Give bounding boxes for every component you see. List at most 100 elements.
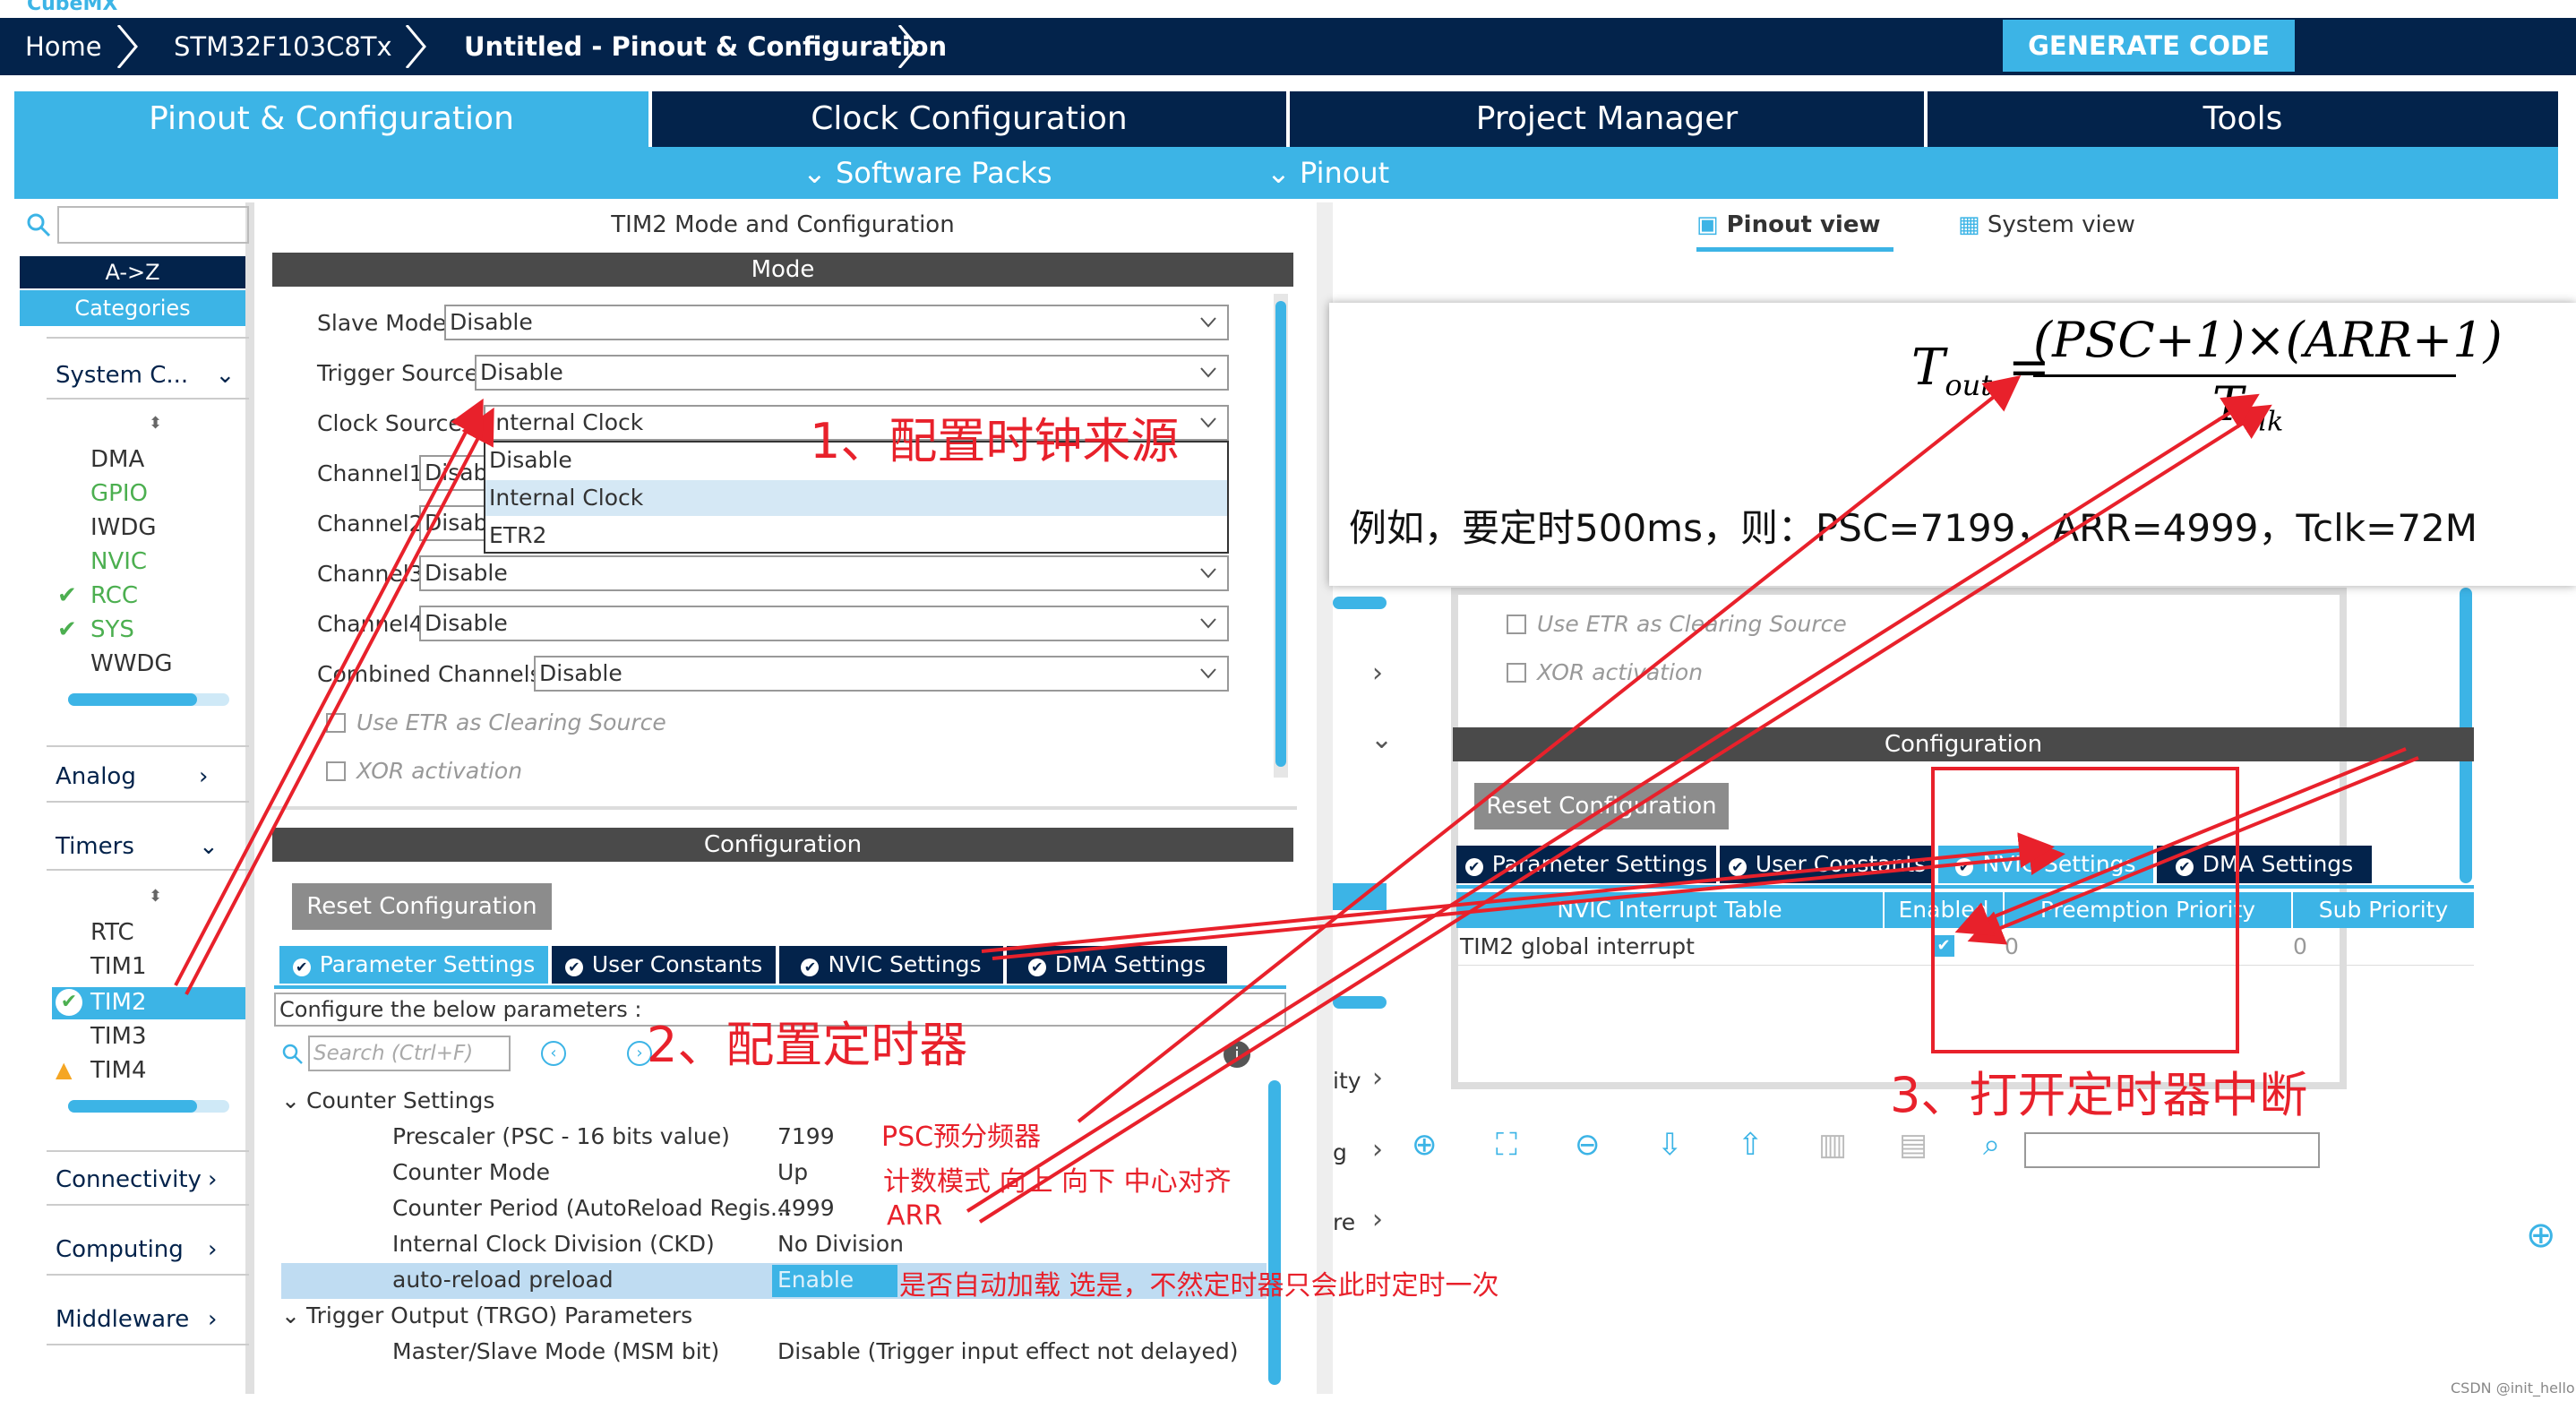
dropdown-option[interactable]: Internal Clock (485, 480, 1227, 516)
search-icon[interactable]: ⌕ (1983, 1127, 2000, 1163)
category-system-core[interactable]: System C... ⌄ (56, 362, 235, 389)
xor-checkbox[interactable] (1507, 663, 1526, 683)
chevron-down-icon (1200, 618, 1216, 629)
tab-nvic-settings[interactable]: ✔ NVIC Settings (779, 946, 1003, 984)
list-item-rcc[interactable]: RCC (90, 582, 138, 609)
pinout-menu[interactable]: ⌄ Pinout (1267, 147, 1389, 199)
breadcrumb-home[interactable]: Home (25, 18, 102, 75)
software-packs-menu[interactable]: ⌄ Software Packs (803, 147, 1052, 199)
trgo-group[interactable]: ⌄ Trigger Output (TRGO) Parameters (281, 1302, 692, 1328)
reset-configuration-button[interactable]: Reset Configuration (292, 883, 552, 930)
channel2-label: Channel2 (317, 511, 424, 537)
zoom-in-icon[interactable]: ⊕ (1412, 1127, 1438, 1163)
param-value[interactable]: 7199 (777, 1123, 835, 1149)
tab-parameter-settings[interactable]: ✔ Parameter Settings (279, 946, 548, 984)
list-item-nvic[interactable]: NVIC (90, 548, 147, 575)
list-item-sys[interactable]: SYS (90, 616, 134, 643)
param-value[interactable]: Up (777, 1159, 808, 1185)
trigger-source-select[interactable]: Disable (475, 355, 1229, 391)
tab-nvic-settings[interactable]: ✔ NVIC Settings (1938, 846, 2153, 883)
sort-az-button[interactable]: A->Z (20, 256, 245, 288)
pin-search-input[interactable] (2024, 1132, 2320, 1168)
fit-icon[interactable]: ⛶ (1496, 1127, 1517, 1163)
list-item-rtc[interactable]: RTC (90, 919, 134, 946)
dropdown-option[interactable]: ETR2 (485, 518, 1227, 554)
layout-icon[interactable]: ▤ (1899, 1127, 1928, 1163)
channel1-select[interactable]: Disab (419, 455, 491, 491)
generate-code-button[interactable]: GENERATE CODE (2003, 20, 2295, 72)
use-etr-checkbox[interactable] (1507, 615, 1526, 634)
reset-configuration-button[interactable]: Reset Configuration (1474, 783, 1729, 829)
pinout-view-tab[interactable]: ▣ Pinout view (1696, 211, 1880, 238)
tab-pinout-configuration[interactable]: Pinout & Configuration (14, 91, 648, 147)
channel2-select[interactable]: Disab (419, 505, 491, 541)
side-item[interactable]: re (1333, 1209, 1355, 1235)
scroll-indicator[interactable] (68, 1100, 229, 1113)
chevron-down-icon[interactable]: ⌄ (1370, 724, 1393, 755)
sub-priority-value[interactable]: 0 (2293, 933, 2307, 959)
chevron-right-icon[interactable]: › (1372, 1062, 1383, 1094)
list-item-wwdg[interactable]: WWDG (90, 650, 173, 677)
channel4-select[interactable]: Disable (419, 606, 1229, 641)
formula-numerator: (PSC+1)×(ARR+1) (2033, 312, 2503, 368)
side-item[interactable]: ity (1333, 1068, 1361, 1094)
categories-button[interactable]: Categories (20, 290, 245, 326)
system-view-tab[interactable]: ▦ System view (1958, 211, 2135, 238)
category-computing[interactable]: Computing › (56, 1236, 217, 1263)
tab-dma-settings[interactable]: ✔ DMA Settings (1007, 946, 1227, 984)
use-etr-checkbox[interactable] (326, 713, 346, 733)
list-item-tim2[interactable]: TIM2 (90, 989, 147, 1016)
list-item-tim4[interactable]: TIM4 (90, 1057, 147, 1084)
scroll-indicator[interactable] (68, 693, 229, 706)
scrollbar[interactable] (1274, 294, 1288, 778)
grid-icon: ▦ (1958, 211, 1988, 238)
export-icon[interactable]: ⇩ (1657, 1127, 1683, 1163)
side-item[interactable]: g (1333, 1139, 1347, 1165)
zoom-in-icon[interactable]: ⊕ (2526, 1215, 2556, 1256)
param-value[interactable]: Disable (Trigger input effect not delaye… (777, 1338, 1239, 1364)
list-item-tim1[interactable]: TIM1 (90, 953, 147, 980)
category-connectivity[interactable]: Connectivity › (56, 1166, 217, 1193)
prev-icon[interactable]: ‹ (541, 1041, 566, 1066)
list-item-tim3[interactable]: TIM3 (90, 1023, 147, 1050)
category-timers[interactable]: Timers ⌄ (56, 833, 219, 860)
param-value[interactable]: No Division (777, 1231, 904, 1257)
xor-checkbox[interactable] (326, 761, 346, 781)
channel3-select[interactable]: Disable (419, 555, 1229, 591)
sort-icon[interactable]: ⬍ (149, 414, 162, 433)
list-item-gpio[interactable]: GPIO (90, 480, 148, 507)
split-icon[interactable]: ▥ (1818, 1127, 1847, 1163)
counter-settings-group[interactable]: ⌄ Counter Settings (281, 1087, 494, 1113)
import-icon[interactable]: ⇧ (1738, 1127, 1764, 1163)
param-search-input[interactable]: Search (Ctrl+F) (308, 1036, 511, 1071)
zoom-out-icon[interactable]: ⊖ (1575, 1127, 1601, 1163)
category-middleware[interactable]: Middleware › (56, 1306, 217, 1333)
tab-dma-settings[interactable]: ✔ DMA Settings (2157, 846, 2372, 883)
list-item-iwdg[interactable]: IWDG (90, 514, 157, 541)
slave-mode-select[interactable]: Disable (444, 305, 1229, 340)
preemption-priority-value[interactable]: 0 (2005, 933, 2019, 959)
chevron-right-icon[interactable]: › (1372, 1204, 1383, 1235)
breadcrumb-device[interactable]: STM32F103C8Tx (174, 18, 392, 75)
sort-icon[interactable]: ⬍ (149, 887, 162, 906)
param-value[interactable]: 4999 (777, 1195, 835, 1221)
list-item-dma[interactable]: DMA (90, 446, 144, 473)
tab-clock-configuration[interactable]: Clock Configuration (652, 91, 1286, 147)
tab-user-constants[interactable]: ✔ User Constants (1720, 846, 1935, 883)
enabled-checkbox[interactable]: ✔ (1933, 935, 1954, 957)
tab-parameter-settings[interactable]: ✔ Parameter Settings (1456, 846, 1716, 883)
tab-tools[interactable]: Tools (1928, 91, 2558, 147)
category-analog[interactable]: Analog › (56, 763, 208, 790)
info-icon[interactable]: i (1224, 1041, 1250, 1068)
breadcrumb-project[interactable]: Untitled - Pinout & Configuration (464, 18, 947, 75)
scrollbar[interactable] (1268, 1080, 1281, 1385)
search-input[interactable] (57, 206, 249, 244)
tab-project-manager[interactable]: Project Manager (1290, 91, 1924, 147)
tab-user-constants[interactable]: ✔ User Constants (552, 946, 776, 984)
param-value[interactable]: Enable (777, 1267, 854, 1293)
formula-example: 例如，要定时500ms，则：PSC=7199，ARR=4999，Tclk=72M (1349, 506, 2478, 550)
combined-channels-select[interactable]: Disable (534, 656, 1229, 692)
chevron-right-icon[interactable]: › (1372, 658, 1383, 689)
splitter[interactable] (269, 806, 1297, 810)
search-icon[interactable] (25, 211, 52, 238)
